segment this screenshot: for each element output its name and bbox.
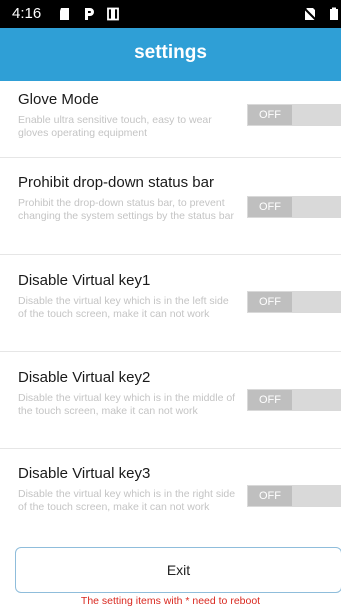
exit-button-label: Exit [166,562,191,578]
toggle-label: OFF [248,390,292,410]
setting-title: Prohibit drop-down status bar [18,174,214,191]
setting-virtual-key2: Disable Virtual key2 Disable the virtual… [0,352,341,449]
page-title: settings [134,42,207,63]
reboot-note: The setting items with * need to reboot [80,595,261,607]
setting-title: Disable Virtual key3 [18,465,151,482]
setting-description: Disable the virtual key which is in the … [18,392,236,417]
setting-virtual-key1: Disable Virtual key1 Disable the virtual… [0,255,341,352]
toggle-label: OFF [248,486,292,506]
toggle-label: OFF [248,292,292,312]
toggle-label: OFF [248,197,292,217]
status-time: 4:16 [12,5,42,22]
setting-prohibit-status-bar: Prohibit drop-down status bar Prohibit t… [0,158,341,255]
no-sim-icon [303,7,317,21]
setting-title: Glove Mode [18,91,99,108]
toggle-label: OFF [248,105,292,125]
prohibit-status-bar-toggle[interactable]: OFF [247,196,341,218]
p-icon [85,8,94,20]
tablet-icon [107,7,119,21]
virtual-key1-toggle[interactable]: OFF [247,291,341,313]
virtual-key2-toggle[interactable]: OFF [247,389,341,411]
app-bar: settings [0,28,341,81]
setting-description: Prohibit the drop-down status bar, to pr… [18,197,234,222]
setting-description: Disable the virtual key which is in the … [18,488,236,513]
exit-button[interactable]: Exit [15,547,341,593]
setting-glove-mode: Glove Mode Enable ultra sensitive touch,… [0,81,341,158]
sd-card-icon [60,8,69,20]
virtual-key3-toggle[interactable]: OFF [247,485,341,507]
status-bar: 4:16 [0,0,341,28]
glove-mode-toggle[interactable]: OFF [247,104,341,126]
setting-title: Disable Virtual key2 [18,369,151,386]
setting-virtual-key3: Disable Virtual key3 Disable the virtual… [0,449,341,542]
setting-description: Enable ultra sensitive touch, easy to we… [18,114,212,139]
battery-icon [330,7,338,20]
setting-description: Disable the virtual key which is in the … [18,295,229,320]
setting-title: Disable Virtual key1 [18,272,151,289]
